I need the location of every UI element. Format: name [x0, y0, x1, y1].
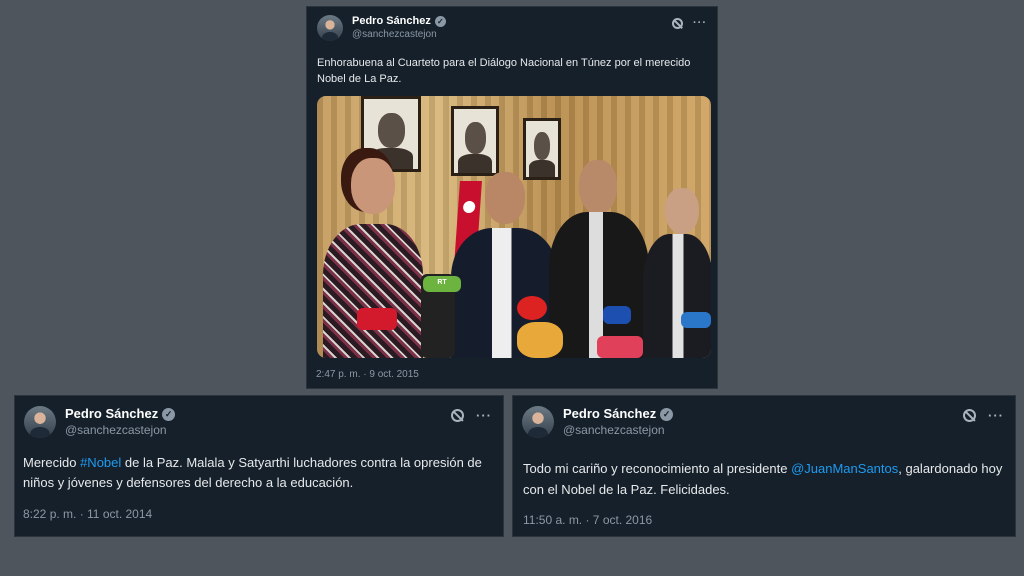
- tweet-timestamp[interactable]: 11:50 a. m. · 7 oct. 2016: [523, 513, 652, 527]
- photo-mic-flag-cyan: [681, 312, 711, 328]
- tweet-card-santos[interactable]: Pedro Sánchez ✓ @sanchezcastejon ··· Tod…: [512, 395, 1016, 537]
- photo-mic-flag-round: [517, 296, 547, 320]
- tweet-header: Pedro Sánchez ✓ @sanchezcastejon: [317, 15, 446, 42]
- tweet-text-start: Todo mi cariño y reconocimiento al presi…: [523, 461, 792, 476]
- photo-person-3: [549, 160, 649, 358]
- tweet-photo[interactable]: RT: [317, 96, 711, 358]
- more-icon[interactable]: ···: [693, 17, 707, 29]
- tweet-card-tunisia[interactable]: Pedro Sánchez ✓ @sanchezcastejon ··· Enh…: [306, 6, 718, 389]
- verified-badge-icon: ✓: [660, 408, 674, 421]
- grok-icon[interactable]: [672, 17, 683, 29]
- tweet-card-malala[interactable]: Pedro Sánchez ✓ @sanchezcastejon ··· Mer…: [14, 395, 504, 537]
- tweet-timestamp[interactable]: 2:47 p. m. · 9 oct. 2015: [316, 369, 419, 380]
- author-name-row[interactable]: Pedro Sánchez ✓: [563, 406, 674, 422]
- tweet-actions: ···: [963, 408, 1004, 423]
- photo-mic-flag-pink: [597, 336, 643, 358]
- author-display-name[interactable]: Pedro Sánchez: [352, 15, 431, 29]
- author-handle[interactable]: @sanchezcastejon: [563, 423, 673, 438]
- avatar[interactable]: [522, 406, 554, 438]
- tweet-text: Merecido #Nobel de la Paz. Malala y Saty…: [23, 453, 493, 493]
- more-icon[interactable]: ···: [988, 408, 1004, 423]
- author-info: Pedro Sánchez ✓ @sanchezcastejon: [563, 406, 674, 438]
- author-info: Pedro Sánchez ✓ @sanchezcastejon: [65, 406, 176, 438]
- tweet-text: Enhorabuena al Cuarteto para el Diálogo …: [317, 57, 691, 85]
- verified-badge-icon: ✓: [434, 16, 446, 28]
- tweet-timestamp[interactable]: 8:22 p. m. · 11 oct. 2014: [23, 507, 152, 521]
- author-name-row[interactable]: Pedro Sánchez ✓: [65, 406, 176, 422]
- photo-portrait-2: [451, 106, 499, 176]
- tweet-text: Todo mi cariño y reconocimiento al presi…: [523, 458, 1003, 500]
- avatar[interactable]: [24, 406, 56, 438]
- photo-mic-flag-blue: [603, 306, 631, 324]
- author-info: Pedro Sánchez ✓ @sanchezcastejon: [352, 15, 446, 41]
- tweet-header: Pedro Sánchez ✓ @sanchezcastejon: [522, 406, 674, 438]
- author-name-row[interactable]: Pedro Sánchez ✓: [352, 15, 446, 29]
- tweet-actions: ···: [451, 408, 492, 423]
- verified-badge-icon: ✓: [162, 408, 176, 421]
- hashtag-link[interactable]: #Nobel: [80, 455, 121, 470]
- tweet-actions: ···: [672, 17, 707, 29]
- photo-mic-flag-red: [357, 308, 397, 330]
- tweet-text-start: Merecido: [23, 455, 81, 470]
- author-handle[interactable]: @sanchezcastejon: [65, 423, 175, 438]
- mic-label: RT: [437, 279, 447, 286]
- photo-person-4: [643, 188, 711, 358]
- tweet-header: Pedro Sánchez ✓ @sanchezcastejon: [24, 406, 176, 438]
- author-display-name[interactable]: Pedro Sánchez: [563, 406, 656, 422]
- photo-mic-flag-yellow: [517, 322, 563, 358]
- more-icon[interactable]: ···: [476, 408, 492, 423]
- grok-icon[interactable]: [963, 409, 976, 422]
- author-display-name[interactable]: Pedro Sánchez: [65, 406, 158, 422]
- author-handle[interactable]: @sanchezcastejon: [352, 29, 446, 42]
- grok-icon[interactable]: [451, 409, 464, 422]
- mention-link[interactable]: @JuanManSantos: [791, 461, 898, 476]
- avatar[interactable]: [317, 15, 343, 42]
- photo-mic-flag-rt: RT: [423, 276, 461, 292]
